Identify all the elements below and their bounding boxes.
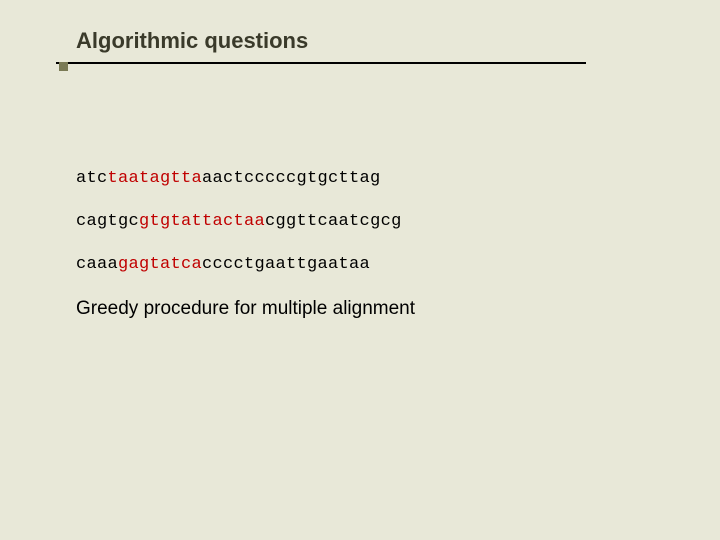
description: Greedy procedure for multiple alignment [76,298,660,320]
seq1-pre: atc [76,169,108,188]
sequence-1: atctaatagttaaactcccccgtgcttag [76,169,660,188]
seq2-pre: cagtgc [76,212,139,231]
content-area: atctaatagttaaactcccccgtgcttag cagtgcgtgt… [76,64,660,320]
slide: Algorithmic questions atctaatagttaaactcc… [0,0,720,540]
seq1-highlight: taatagtta [108,169,203,188]
title-rule [56,62,586,64]
seq3-pre: caaa [76,255,118,274]
title-area: Algorithmic questions [76,28,660,64]
bullet-marker [59,62,68,71]
sequence-2: cagtgcgtgtattactaacggttcaatcgcg [76,212,660,231]
slide-title: Algorithmic questions [76,28,660,54]
seq2-post: cggttcaatcgcg [265,212,402,231]
seq1-post: aactcccccgtgcttag [202,169,381,188]
sequence-3: caaagagtatcacccctgaattgaataa [76,255,660,274]
seq3-highlight: gagtatca [118,255,202,274]
seq3-post: cccctgaattgaataa [202,255,370,274]
seq2-highlight: gtgtattactaa [139,212,265,231]
